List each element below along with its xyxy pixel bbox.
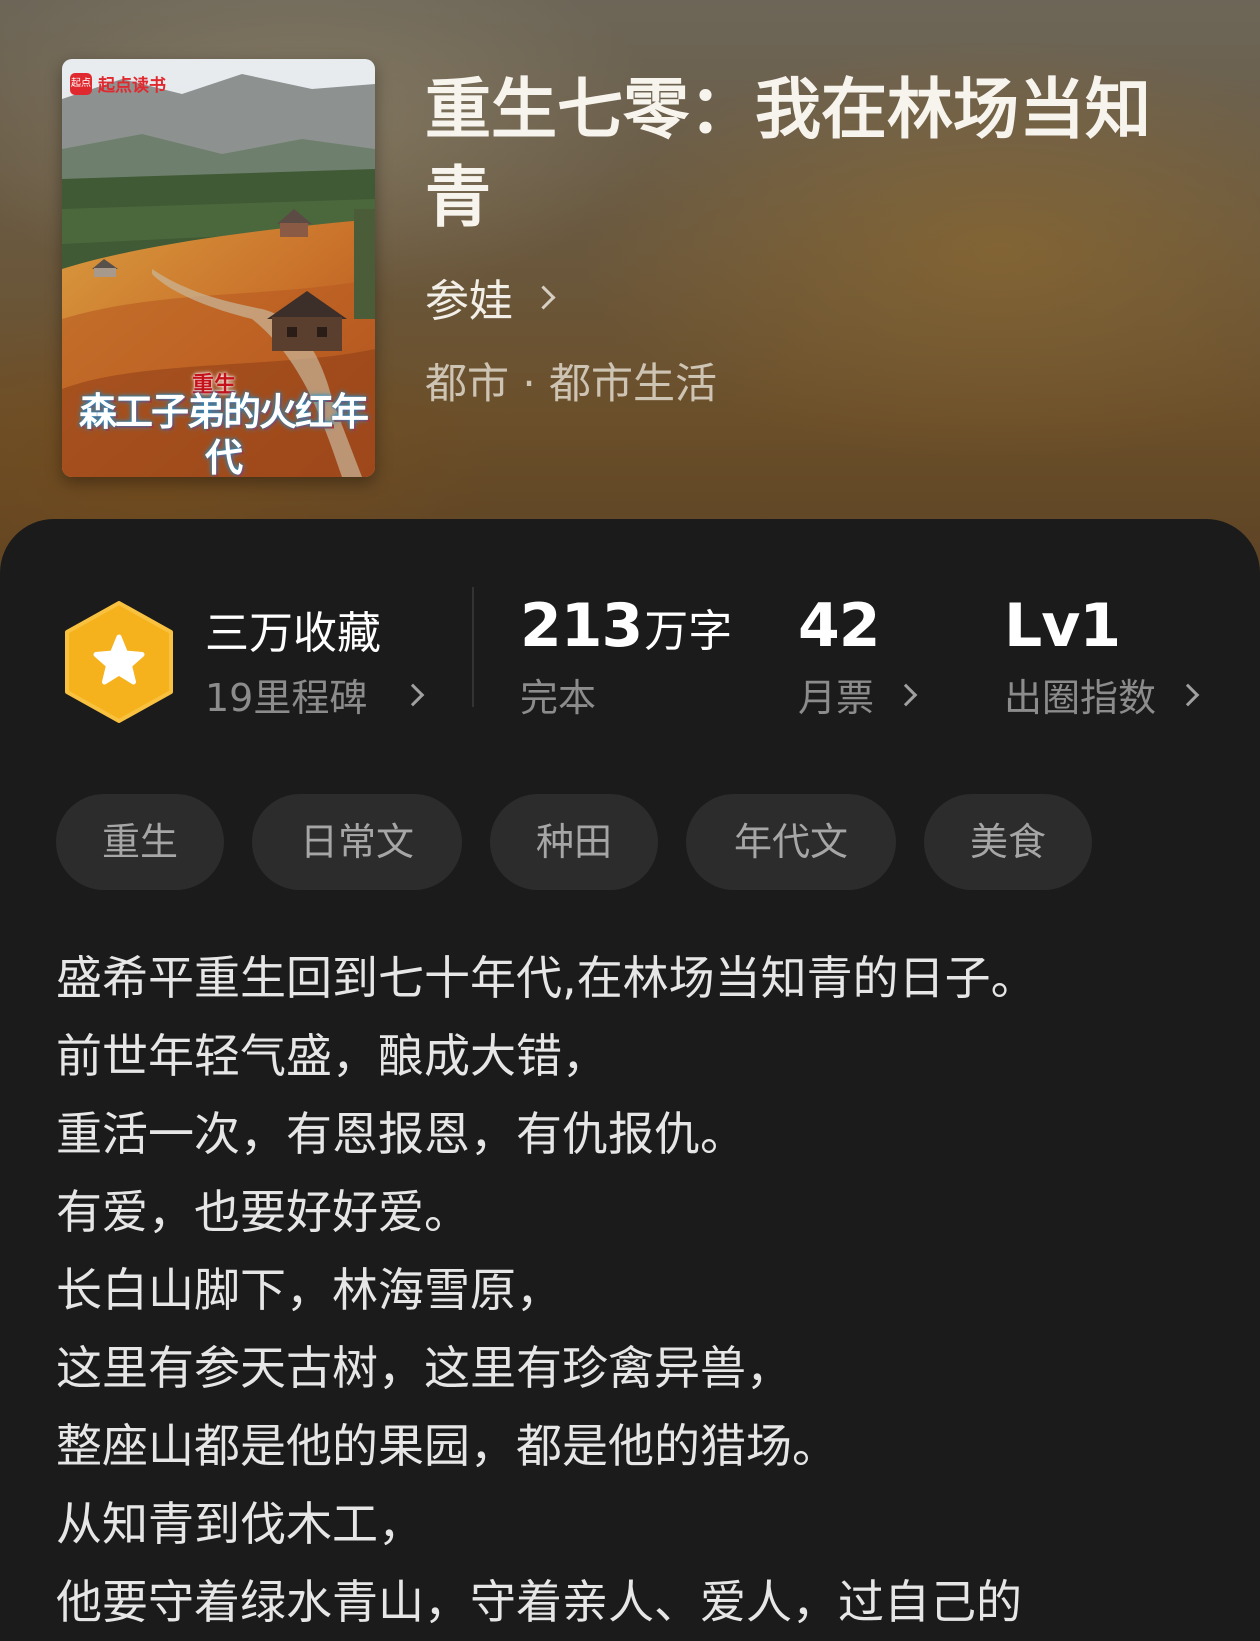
book-info-card: 三万收藏 19里程碑 213万字 完本 42 月票 Lv1 出圈指数 重生 日常…	[0, 519, 1260, 1641]
synopsis-line: 有爱，也要好好爱。	[56, 1185, 470, 1239]
book-category: 都市 · 都市生活	[425, 359, 718, 408]
milestone-link[interactable]: 19里程碑	[205, 667, 425, 722]
author-link[interactable]: 参娃	[425, 265, 556, 329]
word-count-number: 213	[520, 591, 643, 661]
synopsis-line: 这里有参天古树，这里有珍禽异兽，	[56, 1341, 792, 1395]
book-detail-page: 起点 起点读书 重生 森工子弟的火红年代 参娃 重生七零：我在林场当知青 参娃 …	[0, 0, 1260, 1641]
cover-brand-name: 起点读书	[98, 76, 166, 96]
synopsis-line: 盛希平重生回到七十年代,在林场当知青的日子。	[56, 951, 1037, 1005]
tag-chip[interactable]: 年代文	[686, 794, 896, 890]
milestone-count: 19里程碑	[205, 676, 368, 720]
popularity-level: Lv1	[1004, 591, 1121, 661]
book-synopsis[interactable]: 盛希平重生回到七十年代,在林场当知青的日子。 前世年轻气盛，酿成大错， 重活一次…	[56, 939, 1236, 1641]
synopsis-line: 他要守着绿水青山，守着亲人、爱人，过自己的	[56, 1575, 1022, 1629]
qidian-logo-icon: 起点	[70, 72, 92, 95]
tag-list: 重生 日常文 种田 年代文 美食	[56, 794, 1120, 890]
synopsis-line: 前世年轻气盛，酿成大错，	[56, 1029, 608, 1083]
chevron-right-icon	[402, 683, 425, 706]
stats-row: 三万收藏 19里程碑 213万字 完本 42 月票 Lv1 出圈指数	[0, 519, 1260, 739]
tag-chip[interactable]: 重生	[56, 794, 224, 890]
cover-brand: 起点 起点读书	[70, 71, 166, 96]
word-count: 213万字	[520, 591, 732, 661]
tag-chip[interactable]: 美食	[924, 794, 1092, 890]
star-badge-icon[interactable]	[63, 601, 175, 723]
tag-chip[interactable]: 种田	[490, 794, 658, 890]
book-header: 起点 起点读书 重生 森工子弟的火红年代 参娃 重生七零：我在林场当知青 参娃 …	[0, 0, 1260, 600]
monthly-ticket-link[interactable]: 月票	[798, 667, 918, 722]
synopsis-line: 重活一次，有恩报恩，有仇报仇。	[56, 1107, 746, 1161]
chevron-right-icon	[1176, 683, 1200, 706]
cover-title: 森工子弟的火红年代	[78, 389, 369, 477]
monthly-ticket-count: 42	[798, 591, 880, 661]
stats-divider	[472, 587, 474, 707]
book-title: 重生七零：我在林场当知青	[425, 70, 1151, 236]
milestone-title[interactable]: 三万收藏	[205, 597, 381, 661]
popularity-index-label: 出圈指数	[1004, 676, 1157, 720]
word-count-unit: 万字	[644, 606, 733, 657]
synopsis-line: 从知青到伐木工，	[56, 1497, 424, 1551]
chevron-right-icon	[894, 683, 918, 706]
synopsis-line: 长白山脚下，林海雪原，	[56, 1263, 562, 1317]
book-cover[interactable]: 起点 起点读书 重生 森工子弟的火红年代 参娃	[62, 59, 375, 477]
tag-chip[interactable]: 日常文	[252, 794, 462, 890]
popularity-index-link[interactable]: 出圈指数	[1004, 667, 1200, 722]
completion-status-label: 完本	[520, 676, 597, 720]
author-name: 参娃	[425, 276, 513, 327]
monthly-ticket-label: 月票	[798, 676, 875, 720]
completion-status: 完本	[520, 667, 596, 722]
chevron-right-icon	[531, 284, 556, 310]
synopsis-line: 整座山都是他的果园，都是他的猎场。	[56, 1419, 838, 1473]
